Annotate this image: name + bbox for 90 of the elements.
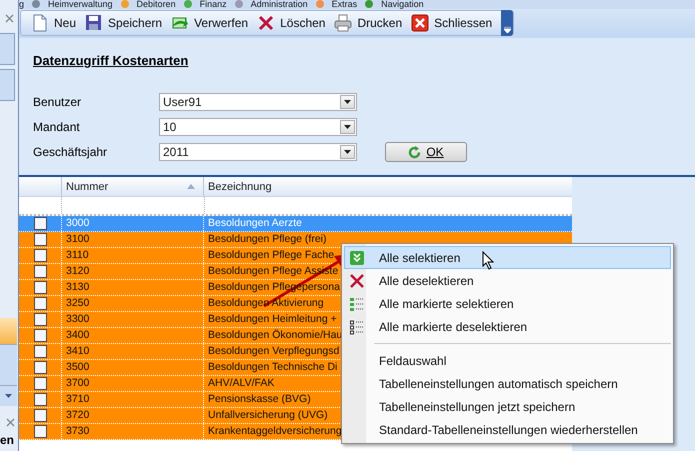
table-cell: Krankentaggeldversicherung <box>208 425 342 437</box>
printer-icon <box>334 14 352 32</box>
checkbox[interactable] <box>34 265 46 278</box>
field-label: Mandant <box>33 120 81 134</box>
refresh-icon <box>408 146 422 158</box>
table-cell: 3410 <box>66 345 90 357</box>
menu-item[interactable]: Navigation <box>381 0 424 9</box>
toolbar-button[interactable]: Neu <box>29 12 82 34</box>
caret-icon <box>344 125 351 129</box>
column-header[interactable]: Bezeichnung <box>203 177 572 196</box>
table-cell: Besoldungen Ökonomie/Hau <box>208 329 342 341</box>
menu-item[interactable]: Alle selektieren <box>344 246 671 269</box>
table-cell: 3120 <box>66 265 90 277</box>
list-icon <box>349 318 365 334</box>
close-icon <box>6 418 15 427</box>
menu-icon <box>314 0 326 9</box>
document-icon <box>31 14 49 32</box>
side-text: en <box>0 433 14 447</box>
table-cell: 3710 <box>66 393 90 405</box>
table-cell: 3700 <box>66 377 90 389</box>
checkbox[interactable] <box>34 313 46 326</box>
table-cell: Besoldungen Verpflegungsd <box>208 345 340 357</box>
table-cell: Pensionskasse (BVG) <box>208 393 311 405</box>
checkbox[interactable] <box>34 297 46 310</box>
table-cell: 3730 <box>66 425 90 437</box>
field-label: Geschäftsjahr <box>33 145 108 159</box>
table-cell: Besoldungen Pflege (frei) <box>208 233 326 245</box>
toolbar-button[interactable]: Speichern <box>83 12 168 34</box>
checkbox[interactable] <box>34 233 46 246</box>
menu-icon <box>232 0 245 9</box>
close-icon <box>411 14 430 32</box>
table-cell: Besoldungen Pflege Fache <box>208 249 334 261</box>
table-cell: Besoldungen Technische Di <box>208 361 338 373</box>
menu-item[interactable]: Heimverwaltung <box>48 0 113 9</box>
table-cell: Besoldungen Aerzte <box>208 217 302 229</box>
menu-item[interactable]: Debitoren <box>136 0 176 9</box>
table-cell: 3400 <box>66 329 90 341</box>
cross-icon <box>349 272 365 288</box>
toolbar-button[interactable]: Drucken <box>332 12 408 34</box>
menu-item[interactable]: Extras <box>332 0 358 9</box>
table-cell: AHV/ALV/FAK <box>208 377 274 389</box>
download-icon <box>349 250 365 266</box>
checkbox[interactable] <box>34 345 46 358</box>
table-cell: 3500 <box>66 361 90 373</box>
menu-item[interactable]: Finanz <box>200 0 227 9</box>
menu-icon <box>363 0 376 9</box>
checkbox[interactable] <box>34 281 46 294</box>
checkbox[interactable] <box>34 409 46 422</box>
checkbox[interactable] <box>34 361 46 374</box>
table-cell: 3130 <box>66 281 90 293</box>
checkbox[interactable] <box>34 217 46 230</box>
dropdown-field[interactable]: User91 <box>159 93 357 111</box>
mouse-cursor-icon <box>482 251 494 270</box>
checkbox[interactable] <box>34 377 46 390</box>
menu-item[interactable]: Administration <box>250 0 308 9</box>
table-cell: 3300 <box>66 313 90 325</box>
dropdown-button[interactable] <box>0 385 17 406</box>
caret-icon <box>344 150 351 154</box>
checkbox[interactable] <box>34 249 46 262</box>
overflow-button[interactable] <box>501 10 514 36</box>
table-cell: 3100 <box>66 233 90 245</box>
field-label: Benutzer <box>33 95 82 109</box>
dropdown-field[interactable]: 10 <box>159 118 357 136</box>
page-title: Datenzugriff Kostenarten <box>33 53 188 70</box>
checkbox[interactable] <box>34 329 46 342</box>
table-cell: 3250 <box>66 297 90 309</box>
dropdown-field[interactable]: 2011 <box>159 143 357 161</box>
caret-icon <box>344 100 351 104</box>
table-cell: 3720 <box>66 409 90 421</box>
caret-icon <box>504 27 511 33</box>
menu-icon <box>118 0 131 9</box>
checkbox[interactable] <box>34 425 46 438</box>
toolbar-button[interactable]: Löschen <box>255 12 330 34</box>
table-cell: 3110 <box>66 249 89 261</box>
toolbar-button[interactable]: Verwerfen <box>169 12 254 34</box>
menu-item[interactable]: g <box>19 0 24 9</box>
table-cell: Unfallversicherung (UVG) <box>208 409 328 421</box>
table-cell: Besoldungen Heimleitung + <box>208 313 337 325</box>
caret-icon <box>5 394 12 398</box>
cross-icon <box>257 14 276 32</box>
ok-button[interactable]: OK <box>385 142 467 162</box>
checklist-icon <box>349 296 365 312</box>
close-icon[interactable] <box>5 14 14 23</box>
checkbox[interactable] <box>34 393 46 406</box>
toolbar-button[interactable]: Schliessen <box>409 12 498 34</box>
table-cell: 3000 <box>66 217 90 229</box>
column-header[interactable]: Nummer <box>61 177 203 196</box>
table-cell: Besoldungen Aktivierung <box>208 297 324 309</box>
menu-icon <box>182 0 194 9</box>
menu-icon <box>30 0 42 9</box>
